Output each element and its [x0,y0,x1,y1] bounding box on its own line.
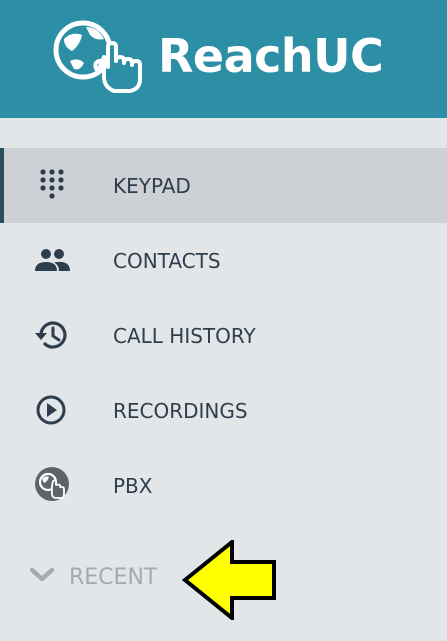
nav-item-recordings[interactable]: RECORDINGS [0,373,447,448]
logo-icon [53,20,142,93]
nav-label-recordings: RECORDINGS [113,399,248,423]
nav-item-call-history[interactable]: CALL HISTORY [0,298,447,373]
play-circle-icon [36,395,66,425]
dialpad-icon [40,169,64,199]
recent-section-toggle[interactable]: RECENT [26,560,176,596]
nav-item-contacts[interactable]: CONTACTS [0,223,447,298]
recent-label: RECENT [69,565,158,590]
nav-label-keypad: KEYPAD [113,174,191,198]
history-icon [35,321,67,349]
nav-label-call-history: CALL HISTORY [113,324,256,348]
brand-name: ReachUC [158,29,384,83]
yellow-arrow-icon [181,540,276,620]
nav-item-pbx[interactable]: PBX [0,448,447,523]
app-header: ReachUC [0,0,447,118]
sidebar-nav: KEYPAD CONTACTS CALL HISTORY RECORDINGS [0,148,447,523]
nav-label-pbx: PBX [113,474,153,498]
nav-item-keypad[interactable]: KEYPAD [0,148,447,223]
people-icon [35,249,70,271]
chevron-down-icon [30,567,54,582]
pbx-logo-icon [35,467,69,501]
nav-label-contacts: CONTACTS [113,249,221,273]
